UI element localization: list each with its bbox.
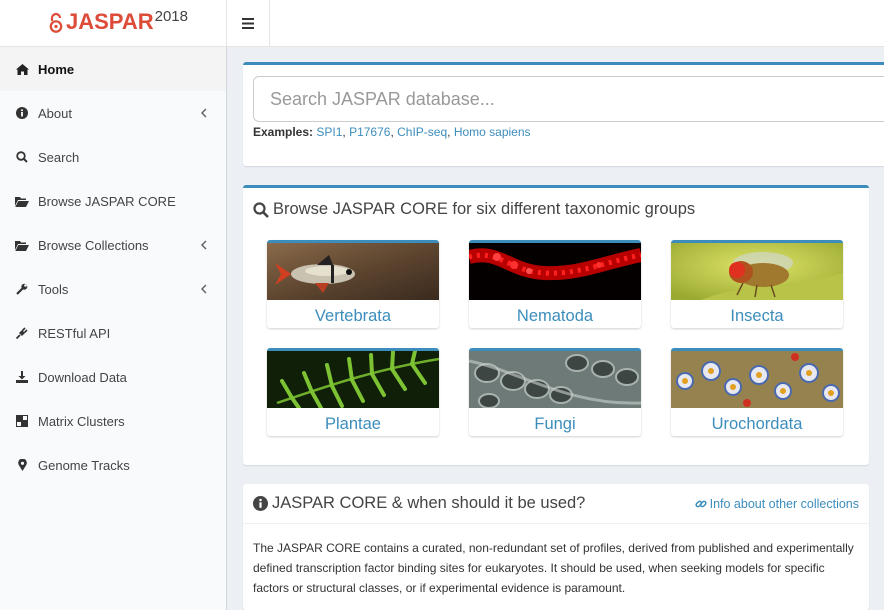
search-examples: Examples: SPI1, P17676, ChIP-seq, Homo s…	[253, 125, 531, 139]
search-icon	[15, 150, 29, 164]
sidebar-item-label: Search	[38, 149, 80, 165]
taxon-card-insecta[interactable]: Insecta	[671, 240, 843, 328]
other-collections-link[interactable]: Info about other collections	[694, 497, 859, 511]
taxon-card-urochordata[interactable]: Urochordata	[671, 348, 843, 436]
wrench-icon	[15, 282, 29, 296]
sidebar-item-download-data[interactable]: Download Data	[0, 355, 226, 399]
other-collections-link-text[interactable]: Info about other collections	[710, 497, 859, 511]
hamburger-icon	[242, 18, 254, 29]
example-link[interactable]: Homo sapiens	[454, 125, 531, 139]
sidebar-item-browse-core[interactable]: Browse JASPAR CORE	[0, 179, 226, 223]
sidebar-item-restful-api[interactable]: RESTful API	[0, 311, 226, 355]
example-link[interactable]: ChIP-seq	[397, 125, 447, 139]
search-icon	[253, 201, 269, 218]
folder-open-icon	[15, 194, 29, 208]
folder-open-icon	[15, 238, 29, 252]
insecta-image	[671, 243, 843, 300]
examples-label: Examples:	[253, 125, 314, 139]
sidebar-item-label: Matrix Clusters	[38, 413, 125, 429]
sidebar-item-home[interactable]: Home	[0, 47, 226, 91]
info-circle-icon	[253, 496, 268, 511]
download-icon	[15, 370, 29, 384]
taxon-card-fungi[interactable]: Fungi	[469, 348, 641, 436]
sidebar-item-label: Browse Collections	[38, 237, 149, 253]
info-panel: JASPAR CORE & when should it be used? In…	[243, 484, 869, 610]
plug-icon	[15, 326, 29, 340]
info-circle-icon	[15, 106, 29, 120]
taxon-card-plantae[interactable]: Plantae	[267, 348, 439, 436]
map-marker-icon	[15, 458, 29, 472]
example-link[interactable]: P17676	[349, 125, 390, 139]
taxon-label[interactable]: Insecta	[671, 307, 843, 326]
sidebar-item-search[interactable]: Search	[0, 135, 226, 179]
search-input[interactable]	[253, 76, 884, 122]
taxon-label[interactable]: Vertebrata	[267, 307, 439, 326]
taxon-label[interactable]: Nematoda	[469, 307, 641, 326]
info-title-text: JASPAR CORE & when should it be used?	[272, 494, 586, 512]
taxon-card-nematoda[interactable]: Nematoda	[469, 240, 641, 328]
example-link[interactable]: SPI1	[316, 125, 342, 139]
open-access-icon	[49, 12, 63, 33]
logo-year: 2018	[154, 8, 188, 25]
search-panel: Examples: SPI1, P17676, ChIP-seq, Homo s…	[243, 62, 884, 166]
sidebar-item-label: RESTful API	[38, 325, 111, 341]
taxon-label[interactable]: Urochordata	[671, 415, 843, 434]
info-header: JASPAR CORE & when should it be used? In…	[243, 484, 869, 524]
sidebar-item-label: About	[38, 105, 72, 121]
nematoda-image	[469, 243, 641, 300]
taxon-label[interactable]: Plantae	[267, 415, 439, 434]
home-icon	[15, 62, 29, 76]
browse-title-text: Browse JASPAR CORE for six different tax…	[273, 200, 696, 218]
info-title: JASPAR CORE & when should it be used?	[253, 494, 585, 513]
sidebar-item-label: Tools	[38, 281, 69, 297]
logo[interactable]: JASPAR 2018	[48, 8, 188, 36]
top-navbar	[227, 0, 884, 47]
sidebar-item-matrix-clusters[interactable]: Matrix Clusters	[0, 399, 226, 443]
chevron-left-icon	[200, 240, 207, 250]
sidebar-item-label: Genome Tracks	[38, 457, 130, 473]
browse-title: Browse JASPAR CORE for six different tax…	[253, 200, 695, 219]
sidebar-item-genome-tracks[interactable]: Genome Tracks	[0, 443, 226, 487]
sidebar-item-label: Home	[38, 61, 75, 77]
chevron-left-icon	[200, 284, 207, 294]
taxon-card-vertebrata[interactable]: Vertebrata	[267, 240, 439, 328]
chevron-left-icon	[200, 108, 207, 118]
vertebrata-image	[267, 243, 439, 300]
sidebar-item-browse-collections[interactable]: Browse Collections	[0, 223, 226, 267]
sidebar-toggle-button[interactable]	[227, 0, 270, 47]
taxon-label[interactable]: Fungi	[469, 415, 641, 434]
fungi-image	[469, 351, 641, 408]
sidebar-item-about[interactable]: About	[0, 91, 226, 135]
plantae-image	[267, 351, 439, 408]
logo-area[interactable]: JASPAR 2018	[0, 0, 227, 47]
clone-icon	[15, 414, 29, 428]
urochordata-image	[671, 351, 843, 408]
logo-name: JASPAR	[66, 9, 154, 34]
sidebar-item-tools[interactable]: Tools	[0, 267, 226, 311]
info-description: The JASPAR CORE contains a curated, non-…	[253, 541, 854, 595]
link-icon	[694, 500, 707, 508]
browse-panel: Browse JASPAR CORE for six different tax…	[243, 185, 869, 465]
sidebar: Home About Search Browse JASPAR CORE Bro…	[0, 47, 227, 610]
sidebar-item-label: Download Data	[38, 369, 127, 385]
sidebar-item-label: Browse JASPAR CORE	[38, 193, 176, 209]
